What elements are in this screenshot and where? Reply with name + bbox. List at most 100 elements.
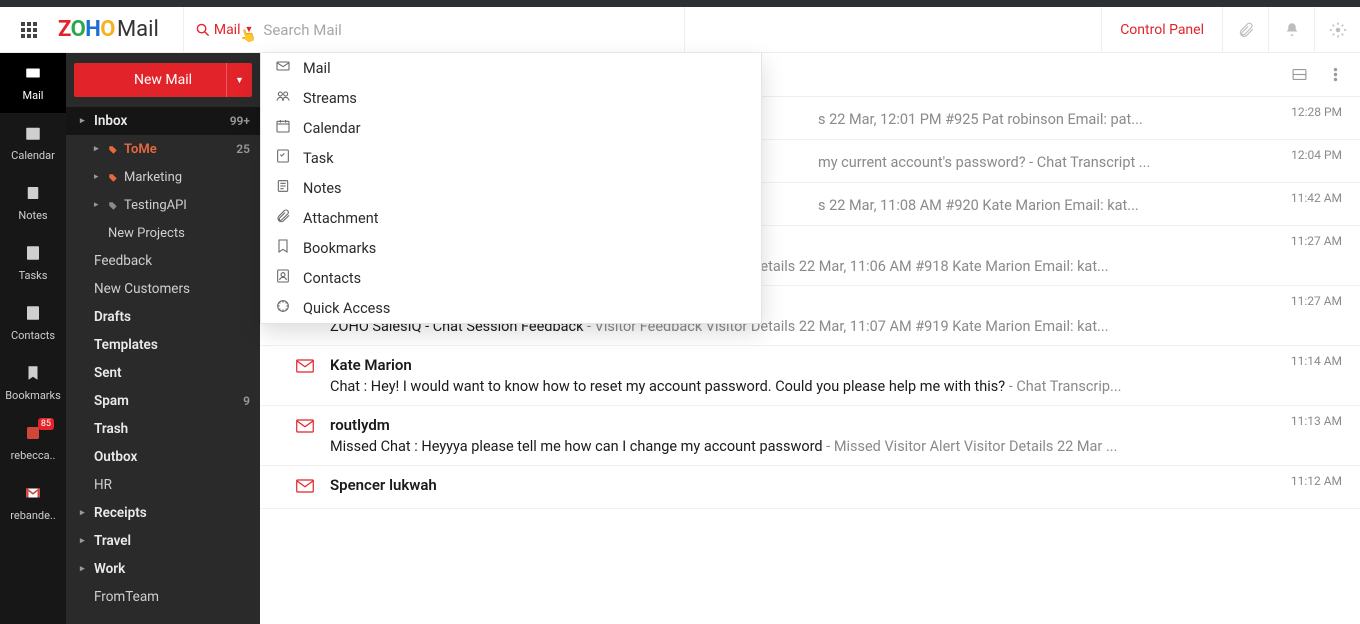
folder-travel[interactable]: ▸Travel [66,527,260,555]
folder-label: Inbox [94,113,127,129]
scope-option-streams[interactable]: Streams [261,83,761,113]
scope-option-label: Bookmarks [303,240,376,257]
paperclip-icon [1237,21,1255,39]
folder-outbox[interactable]: Outbox [66,443,260,471]
folder-label: ToMe [124,142,157,157]
calendar-icon [275,118,291,138]
control-panel-link[interactable]: Control Panel [1101,7,1222,52]
folder-label: Spam [94,393,129,409]
rail-item-label: Bookmarks [5,389,61,402]
rail-item-rebecca-[interactable]: 85 rebecca.. [0,413,66,473]
folder-hr[interactable]: HR [66,471,260,499]
folder-label: Templates [94,337,158,353]
rail-badge: 85 [38,418,54,430]
message-snippet: s 22 Mar, 11:08 AM #920 Kate Marion Emai… [818,197,1139,214]
folder-receipts[interactable]: ▸Receipts [66,499,260,527]
scope-option-bookmarks[interactable]: Bookmarks [261,233,761,263]
settings-button[interactable] [1314,7,1360,52]
contacts-icon [275,268,291,288]
message-row[interactable]: Spencer lukwah 11:12 AM [260,466,1360,509]
scope-option-label: Task [303,150,334,167]
folder-fromteam[interactable]: FromTeam [66,583,260,611]
rail-item-mail[interactable]: Mail [0,53,66,113]
more-options-button[interactable] [1324,64,1346,86]
message-from: routlydm [330,416,1342,434]
folder-feedback[interactable]: Feedback [66,247,260,275]
folder-label: Feedback [94,253,152,269]
folder-drafts[interactable]: Drafts [66,303,260,331]
message-subject: Missed Chat : Heyyya please tell me how … [330,438,1342,455]
scope-option-label: Quick Access [303,300,390,317]
message-row[interactable]: Kate Marion Chat : Hey! I would want to … [260,346,1360,406]
zoho-mail-logo: ZOHO Mail [58,7,175,52]
rail-item-contacts[interactable]: Contacts [0,293,66,353]
message-time: 12:28 PM [1291,105,1342,119]
folder-testingapi[interactable]: ▸ TestingAPI [66,191,260,219]
chevron-right-icon: ▸ [94,144,104,154]
scope-option-mail[interactable]: Mail [261,53,761,83]
rail-item-notes[interactable]: Notes [0,173,66,233]
message-time: 11:14 AM [1291,354,1342,368]
folder-new-customers[interactable]: New Customers [66,275,260,303]
chevron-right-icon: ▸ [80,508,90,518]
scope-option-quick-access[interactable]: Quick Access [261,293,761,323]
scope-option-label: Contacts [303,270,361,287]
folder-tome[interactable]: ▸ToMe25 [66,135,260,163]
message-time: 11:42 AM [1291,191,1342,205]
rail-item-bookmarks[interactable]: Bookmarks [0,353,66,413]
folder-spam[interactable]: Spam9 [66,387,260,415]
scope-option-calendar[interactable]: Calendar [261,113,761,143]
bookmarks-icon [275,238,291,258]
folder-label: Drafts [94,309,131,325]
tag-icon [108,200,118,210]
chevron-right-icon: ▸ [94,172,104,182]
message-from: Spencer lukwah [330,476,1342,494]
gear-icon [1329,21,1347,39]
chevron-right-icon: ▸ [94,200,104,210]
folder-label: Trash [94,421,128,437]
compose-button-label: New Mail [134,72,192,88]
notes-icon [275,178,291,198]
attachments-button[interactable] [1222,7,1268,52]
folder-templates[interactable]: Templates [66,331,260,359]
scope-option-attachment[interactable]: Attachment [261,203,761,233]
message-row[interactable]: routlydm Missed Chat : Heyyya please tel… [260,406,1360,466]
folder-label: New Customers [94,281,190,297]
scope-option-task[interactable]: Task [261,143,761,173]
scope-option-label: Streams [303,90,357,107]
compose-more-button[interactable]: ▼ [226,63,252,97]
apps-launcher-button[interactable] [0,7,58,52]
rail-item-tasks[interactable]: Tasks [0,233,66,293]
rail-item-calendar[interactable]: Calendar [0,113,66,173]
search-input[interactable] [253,13,683,47]
streams-icon [275,88,291,108]
message-snippet: - Chat Transcrip... [1005,378,1121,395]
folder-work[interactable]: ▸Work [66,555,260,583]
scope-option-contacts[interactable]: Contacts [261,263,761,293]
tag-icon [108,144,118,154]
folder-new-projects[interactable]: New Projects [66,219,260,247]
message-subject: Chat : Hey! I would want to know how to … [330,378,1342,395]
folder-label: TestingAPI [124,198,187,213]
folder-trash[interactable]: Trash [66,415,260,443]
rail-item-rebande-[interactable]: rebande.. [0,473,66,533]
folder-label: HR [94,477,112,493]
layout-toggle-button[interactable] [1288,64,1310,86]
chevron-right-icon: ▸ [80,564,90,574]
message-time: 11:27 AM [1291,234,1342,248]
rail-item-label: Tasks [19,269,48,282]
message-from: Kate Marion [330,356,1342,374]
apps-grid-icon [21,22,37,38]
envelope-icon [296,358,316,378]
folder-marketing[interactable]: ▸Marketing [66,163,260,191]
scope-option-label: Calendar [303,120,361,137]
chevron-right-icon: ▸ [80,536,90,546]
compose-button[interactable]: New Mail ▼ [74,63,252,97]
tag-icon [108,172,118,182]
notifications-button[interactable] [1268,7,1314,52]
mail-icon [275,58,291,78]
folder-sent[interactable]: Sent [66,359,260,387]
gmail-icon [24,484,42,505]
scope-option-notes[interactable]: Notes [261,173,761,203]
folder-inbox[interactable]: ▸Inbox99+ [66,107,260,135]
